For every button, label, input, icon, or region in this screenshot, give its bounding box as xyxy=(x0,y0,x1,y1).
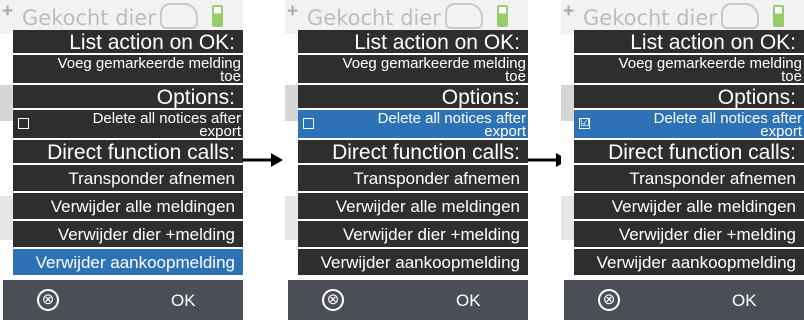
heading-direct-functions: Direct function calls: xyxy=(13,140,243,165)
heading-direct-functions: Direct function calls: xyxy=(298,140,528,165)
option-delete-notices[interactable]: Delete all notices after export xyxy=(298,110,528,140)
option-delete-notices[interactable]: Delete all notices after export xyxy=(13,110,243,140)
background-title: Gekocht dier xyxy=(22,6,156,30)
context-menu: List action on OK: Voeg gemarkeerde meld… xyxy=(298,30,528,277)
background-strip xyxy=(0,196,14,240)
menu-item-transponder[interactable]: Transponder afnemen xyxy=(298,165,528,193)
add-icon: + xyxy=(2,1,14,22)
background-title: Gekocht dier xyxy=(307,6,441,30)
screen-3: + Gekocht dier List action on OK: Voeg g… xyxy=(561,0,804,320)
menu-item-label: Voeg gemarkeerde melding xyxy=(342,55,526,72)
cow-icon xyxy=(445,3,483,29)
menu-item-delete-all[interactable]: Verwijder alle meldingen xyxy=(13,193,243,221)
screen-1: + Gekocht dier List action on OK: Voeg g… xyxy=(0,0,243,320)
heading-direct-functions: Direct function calls: xyxy=(574,140,804,165)
heading-options: Options: xyxy=(574,85,804,110)
ok-button[interactable]: OK xyxy=(171,291,196,311)
background-strip xyxy=(285,196,299,240)
context-menu: List action on OK: Voeg gemarkeerde meld… xyxy=(13,30,243,277)
menu-item-add-marked[interactable]: Voeg gemarkeerde melding toe xyxy=(13,55,243,85)
close-icon[interactable]: ⊗ xyxy=(598,289,620,311)
option-delete-notices[interactable]: ☑ Delete all notices after export xyxy=(574,110,804,140)
menu-item-label: Voeg gemarkeerde melding xyxy=(57,55,241,72)
menu-item-transponder[interactable]: Transponder afnemen xyxy=(13,165,243,193)
checkbox[interactable] xyxy=(18,118,29,129)
heading-list-action: List action on OK: xyxy=(574,30,804,55)
arrow-right-icon xyxy=(243,153,283,167)
menu-item-delete-purchase[interactable]: Verwijder aankoopmelding xyxy=(574,249,804,277)
close-icon[interactable]: ⊗ xyxy=(37,289,59,311)
checkbox-checked[interactable]: ☑ xyxy=(579,118,590,129)
heading-options: Options: xyxy=(298,85,528,110)
heading-list-action: List action on OK: xyxy=(298,30,528,55)
cow-icon xyxy=(721,3,759,29)
close-icon[interactable]: ⊗ xyxy=(322,289,344,311)
menu-item-add-marked[interactable]: Voeg gemarkeerde melding toe xyxy=(574,55,804,85)
ok-button[interactable]: OK xyxy=(732,291,757,311)
bottom-bar: ⊗ OK xyxy=(564,280,804,320)
menu-item-delete-animal[interactable]: Verwijder dier +melding xyxy=(13,221,243,249)
background-strip xyxy=(561,85,575,121)
menu-item-delete-animal[interactable]: Verwijder dier +melding xyxy=(574,221,804,249)
checkbox[interactable] xyxy=(303,118,314,129)
background-strip xyxy=(285,85,299,121)
ok-button[interactable]: OK xyxy=(456,291,481,311)
battery-icon xyxy=(773,5,784,27)
background-strip xyxy=(561,196,575,240)
battery-icon xyxy=(212,5,223,27)
screen-2: + Gekocht dier List action on OK: Voeg g… xyxy=(285,0,528,320)
add-icon: + xyxy=(287,1,299,22)
context-menu: List action on OK: Voeg gemarkeerde meld… xyxy=(574,30,804,277)
menu-item-add-marked[interactable]: Voeg gemarkeerde melding toe xyxy=(298,55,528,85)
heading-options: Options: xyxy=(13,85,243,110)
menu-item-delete-animal[interactable]: Verwijder dier +melding xyxy=(298,221,528,249)
battery-icon xyxy=(497,5,508,27)
menu-item-delete-all[interactable]: Verwijder alle meldingen xyxy=(574,193,804,221)
bottom-bar: ⊗ OK xyxy=(3,280,243,320)
menu-item-delete-purchase[interactable]: Verwijder aankoopmelding xyxy=(298,249,528,277)
bottom-bar: ⊗ OK xyxy=(288,280,528,320)
cow-icon xyxy=(160,3,198,29)
menu-item-transponder[interactable]: Transponder afnemen xyxy=(574,165,804,193)
heading-list-action: List action on OK: xyxy=(13,30,243,55)
menu-item-label: Voeg gemarkeerde melding xyxy=(618,55,802,72)
background-strip xyxy=(0,85,14,121)
menu-item-delete-purchase[interactable]: Verwijder aankoopmelding xyxy=(13,249,243,277)
background-title: Gekocht dier xyxy=(583,6,717,30)
menu-item-delete-all[interactable]: Verwijder alle meldingen xyxy=(298,193,528,221)
add-icon: + xyxy=(563,1,575,22)
